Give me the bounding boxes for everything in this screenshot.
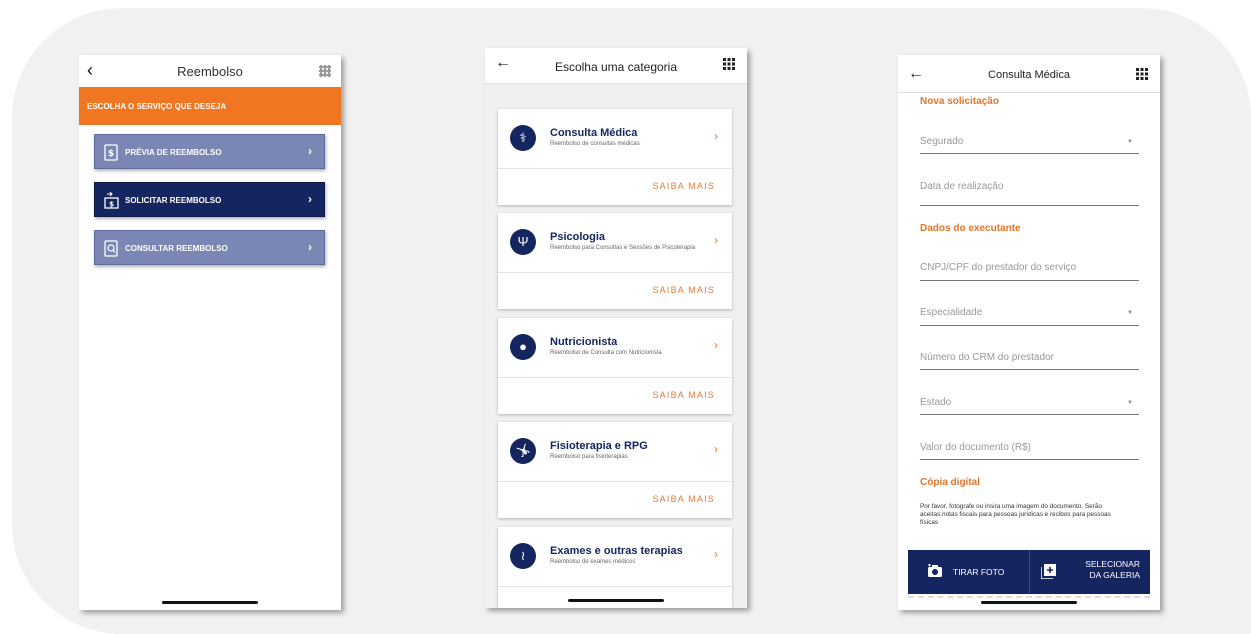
galeria-label-line2: DA GALERIA (1089, 570, 1140, 580)
category-header[interactable]: ≀ Exames e outras terapias Reembolso de … (498, 527, 732, 587)
galeria-label-line1: SELECIONAR (1085, 559, 1140, 569)
cash-transfer-icon: $ (104, 192, 119, 209)
chevron-right-icon: › (308, 192, 312, 206)
grid-menu-icon[interactable] (1136, 68, 1148, 80)
section-dados-executante: Dados do executante (920, 223, 1021, 234)
dna-icon: ≀ (510, 543, 536, 569)
service-banner: ESCOLHA O SERVIÇO QUE DESEJA (79, 87, 341, 125)
category-title: Consulta Médica (550, 127, 638, 139)
divider (908, 596, 1150, 599)
section-copia-digital: Cópia digital (920, 477, 980, 488)
menu-label: CONSULTAR REEMBOLSO (125, 244, 228, 253)
chevron-right-icon: › (308, 240, 312, 254)
category-subtitle: Reembolso de Consulta com Nutricionista (550, 350, 662, 356)
header: ‹ Reembolso (79, 55, 341, 87)
data-realizacao-field[interactable]: Data de realização (920, 181, 1139, 206)
category-subtitle: Reembolso de exames médicos (550, 559, 636, 565)
field-placeholder: Número do CRM do prestador (920, 352, 1054, 363)
grid-menu-icon[interactable] (319, 65, 331, 77)
phone-categorias: ← Escolha uma categoria ⚕ Consulta Médic… (485, 48, 747, 608)
tirar-foto-button[interactable]: TIRAR FOTO (908, 550, 1029, 594)
chevron-right-icon: › (714, 547, 718, 561)
home-indicator[interactable] (162, 601, 258, 604)
page-title: Consulta Médica (988, 69, 1070, 81)
category-title: Fisioterapia e RPG (550, 440, 648, 452)
solicitar-reembolso-button[interactable]: $ SOLICITAR REEMBOLSO › (94, 182, 325, 217)
category-subtitle: Reembolso de consultas médicas (550, 141, 640, 147)
field-placeholder: Especialidade (920, 307, 983, 318)
category-card-consulta[interactable]: ⚕ Consulta Médica Reembolso de consultas… (498, 109, 732, 205)
field-placeholder: Valor do documento (R$) (920, 442, 1031, 453)
chevron-right-icon: › (714, 233, 718, 247)
valor-documento-field[interactable]: Valor do documento (R$) (920, 442, 1139, 460)
grid-menu-icon[interactable] (723, 58, 735, 70)
stretching-icon: 🤸︎ (510, 438, 536, 464)
menu-label: PRÉVIA DE REEMBOLSO (125, 148, 222, 157)
add-image-icon (1041, 564, 1056, 579)
category-card-nutricionista[interactable]: ● Nutricionista Reembolso de Consulta co… (498, 318, 732, 414)
apple-icon: ● (510, 334, 536, 360)
previa-reembolso-button[interactable]: $ PRÉVIA DE REEMBOLSO › (94, 134, 325, 169)
cnpj-cpf-field[interactable]: CNPJ/CPF do prestador do serviço (920, 262, 1139, 281)
field-placeholder: Segurado (920, 136, 964, 147)
doctor-icon: ⚕ (510, 125, 536, 151)
category-card-psicologia[interactable]: Ψ Psicologia Reembolso para Consultas e … (498, 213, 732, 309)
field-placeholder: Data de realização (920, 181, 1004, 192)
camera-icon (928, 564, 942, 577)
svg-text:$: $ (109, 201, 114, 209)
home-indicator[interactable] (981, 601, 1077, 604)
page-title: Escolha uma categoria (554, 60, 678, 74)
saiba-mais-link[interactable]: SAIBA MAIS (498, 273, 732, 309)
header: ← Consulta Médica (898, 55, 1160, 93)
galeria-label: SELECIONAR DA GALERIA (1060, 559, 1140, 581)
category-header[interactable]: Ψ Psicologia Reembolso para Consultas e … (498, 213, 732, 273)
field-placeholder: Estado (920, 397, 952, 408)
saiba-mais-link[interactable]: SAIBA MAIS (498, 169, 732, 205)
header: ← Escolha uma categoria (485, 48, 747, 84)
saiba-mais-link[interactable]: SAIBA MAIS (498, 378, 732, 414)
saiba-mais-link[interactable]: SAIBA MAIS (498, 482, 732, 518)
crm-field[interactable]: Número do CRM do prestador (920, 352, 1139, 370)
menu-label: SOLICITAR REEMBOLSO (125, 196, 222, 205)
category-subtitle: Reembolso para fisioterapias (550, 454, 628, 460)
estado-select[interactable]: Estado ▼ (920, 397, 1139, 415)
chevron-right-icon: › (308, 144, 312, 158)
chevron-right-icon: › (714, 442, 718, 456)
attachment-actions: TIRAR FOTO SELECIONAR DA GALERIA (908, 550, 1150, 594)
tirar-foto-label: TIRAR FOTO (953, 567, 1005, 577)
especialidade-select[interactable]: Especialidade ▼ (920, 307, 1139, 326)
dropdown-arrow-icon: ▼ (1127, 310, 1133, 316)
search-document-icon (104, 240, 118, 257)
category-card-exames[interactable]: ≀ Exames e outras terapias Reembolso de … (498, 527, 732, 608)
segurado-select[interactable]: Segurado ▼ (920, 136, 1139, 154)
category-header[interactable]: ● Nutricionista Reembolso de Consulta co… (498, 318, 732, 378)
consultar-reembolso-button[interactable]: CONSULTAR REEMBOLSO › (94, 230, 325, 265)
svg-text:$: $ (108, 149, 114, 159)
category-card-fisioterapia[interactable]: 🤸︎ Fisioterapia e RPG Reembolso para fis… (498, 422, 732, 518)
section-nova-solicitacao: Nova solicitação (920, 96, 999, 107)
dollar-document-icon: $ (104, 144, 118, 161)
category-title: Exames e outras terapias (550, 545, 683, 557)
phone-consulta-medica: ← Consulta Médica Nova solicitação Segur… (898, 55, 1160, 610)
category-title: Nutricionista (550, 336, 618, 348)
selecionar-galeria-button[interactable]: SELECIONAR DA GALERIA (1030, 550, 1150, 594)
help-text: Por favor, fotografe ou insira uma image… (920, 503, 1111, 526)
dropdown-arrow-icon: ▼ (1127, 139, 1133, 145)
field-placeholder: CNPJ/CPF do prestador do serviço (920, 262, 1077, 273)
home-indicator[interactable] (568, 599, 664, 602)
category-subtitle: Reembolso para Consultas e Sessões de Ps… (550, 245, 696, 251)
psi-icon: Ψ (510, 229, 536, 255)
page-title: Reembolso (177, 64, 243, 79)
chevron-right-icon: › (714, 129, 718, 143)
phone-reembolso: ‹ Reembolso ESCOLHA O SERVIÇO QUE DESEJA… (79, 55, 341, 610)
category-header[interactable]: ⚕ Consulta Médica Reembolso de consultas… (498, 109, 732, 169)
category-title: Psicologia (550, 231, 606, 243)
chevron-right-icon: › (714, 338, 718, 352)
category-header[interactable]: 🤸︎ Fisioterapia e RPG Reembolso para fis… (498, 422, 732, 482)
dropdown-arrow-icon: ▼ (1127, 400, 1133, 406)
